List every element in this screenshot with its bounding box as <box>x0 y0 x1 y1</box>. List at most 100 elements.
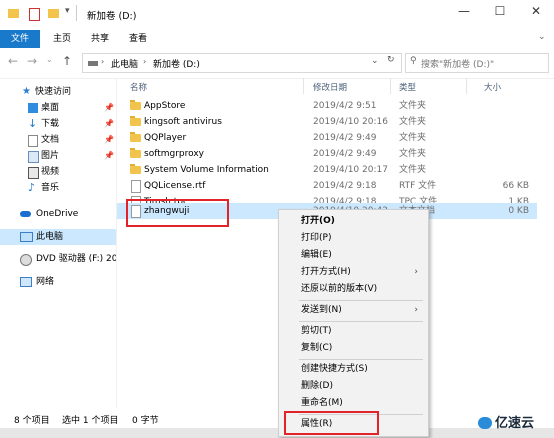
context-menu: 打开(O) 打印(P) 编辑(E) 打开方式(H) › 还原以前的版本(V) 发送… <box>278 209 429 437</box>
address-dropdown-icon[interactable]: ⌄ <box>371 56 379 66</box>
search-icon: ⚲ <box>410 56 417 66</box>
music-icon: ♪ <box>28 181 36 194</box>
folder-icon <box>130 100 141 110</box>
nav-dvd-drive[interactable]: DVD 驱动器 (F:) 201 <box>0 251 116 267</box>
nav-pictures[interactable]: 图片 📌 <box>0 148 116 164</box>
tab-file[interactable]: 文件 <box>0 30 40 48</box>
nav-videos[interactable]: 视频 <box>0 164 116 180</box>
nav-music[interactable]: ♪ 音乐 <box>0 180 116 196</box>
file-row[interactable]: kingsoft antivirus 2019/4/10 20:16 文件夹 <box>117 114 537 130</box>
maximize-button[interactable]: ☐ <box>482 0 518 24</box>
file-date: 2019/4/10 20:16 <box>313 117 388 127</box>
minimize-button[interactable]: — <box>446 0 482 24</box>
nav-documents[interactable]: 文档 📌 <box>0 132 116 148</box>
close-button[interactable]: ✕ <box>518 0 554 24</box>
menu-separator <box>299 359 423 360</box>
file-type: 文件夹 <box>399 165 427 175</box>
file-name: softmgrproxy <box>144 149 205 159</box>
menu-restore-previous[interactable]: 还原以前的版本(V) <box>279 281 428 297</box>
file-row[interactable]: System Volume Information 2019/4/10 20:1… <box>117 162 537 178</box>
menu-open-with[interactable]: 打开方式(H) › <box>279 264 428 280</box>
menu-rename[interactable]: 重命名(M) <box>279 395 428 411</box>
file-date: 2019/4/2 9:51 <box>313 101 377 111</box>
dvd-icon <box>20 254 32 266</box>
menu-separator <box>299 321 423 322</box>
file-type: RTF 文件 <box>399 181 437 191</box>
window-title: 新加卷 (D:) <box>87 11 137 22</box>
nav-this-pc[interactable]: 此电脑 <box>0 229 116 245</box>
tab-share[interactable]: 共享 <box>82 30 118 48</box>
menu-print[interactable]: 打印(P) <box>279 230 428 246</box>
folder-icon <box>130 132 141 142</box>
file-row[interactable]: AppStore 2019/4/2 9:51 文件夹 <box>117 98 537 114</box>
nav-desktop[interactable]: 桌面 📌 <box>0 100 116 116</box>
pin-icon[interactable]: 📌 <box>104 116 114 132</box>
drive-icon <box>88 61 98 66</box>
file-name: System Volume Information <box>144 165 269 175</box>
menu-copy[interactable]: 复制(C) <box>279 340 428 356</box>
recent-locations-icon[interactable]: ⌄ <box>46 55 53 64</box>
watermark: 亿速云 <box>478 412 534 431</box>
quick-access-properties-icon[interactable] <box>29 8 40 21</box>
nav-downloads[interactable]: ↓ 下载 📌 <box>0 116 116 132</box>
menu-open[interactable]: 打开(O) <box>279 213 428 229</box>
nav-network[interactable]: 网络 <box>0 274 116 290</box>
column-name[interactable]: 名称 <box>130 81 147 93</box>
file-type: 文件夹 <box>399 101 427 111</box>
up-arrow-icon[interactable]: ↑ <box>62 54 72 68</box>
expand-ribbon-icon[interactable]: ⌄ <box>538 32 546 42</box>
download-icon: ↓ <box>28 117 38 130</box>
breadcrumb-this-pc[interactable]: 此电脑 <box>111 57 138 70</box>
rtf-file-icon <box>131 180 141 193</box>
ribbon-tabs: 文件 主页 共享 查看 ⌄ <box>0 30 554 49</box>
folder-icon <box>130 116 141 126</box>
bottom-strip <box>0 428 554 438</box>
refresh-icon[interactable]: ↻ <box>387 55 395 65</box>
customize-toolbar-icon[interactable]: ▾ <box>65 6 70 16</box>
column-date[interactable]: 修改日期 <box>313 81 347 93</box>
app-icon <box>8 9 19 18</box>
pin-icon[interactable]: 📌 <box>104 132 114 148</box>
file-date: 2019/4/10 20:17 <box>313 165 388 175</box>
address-bar[interactable]: › 此电脑 › 新加卷 (D:) ⌄ ↻ <box>82 53 402 73</box>
column-type[interactable]: 类型 <box>399 81 416 93</box>
selected-count: 选中 1 个项目 <box>62 416 119 426</box>
menu-send-to[interactable]: 发送到(N) › <box>279 302 428 318</box>
file-name: kingsoft antivirus <box>144 117 222 127</box>
nav-quick-access[interactable]: ★ 快速访问 <box>0 84 116 100</box>
menu-edit[interactable]: 编辑(E) <box>279 247 428 263</box>
search-placeholder: 搜索"新加卷 (D:)" <box>421 60 495 70</box>
new-folder-icon[interactable] <box>48 9 59 18</box>
tab-home[interactable]: 主页 <box>44 30 80 48</box>
breadcrumb-drive-d[interactable]: 新加卷 (D:) <box>153 57 200 70</box>
folder-icon <box>130 148 141 158</box>
document-icon <box>28 135 38 147</box>
menu-separator <box>299 300 423 301</box>
column-size[interactable]: 大小 <box>484 81 501 93</box>
menu-create-shortcut[interactable]: 创建快捷方式(S) <box>279 361 428 377</box>
nav-onedrive[interactable]: OneDrive <box>0 206 116 222</box>
search-box[interactable]: ⚲ 搜索"新加卷 (D:)" <box>405 53 549 73</box>
file-row[interactable]: softmgrproxy 2019/4/2 9:49 文件夹 <box>117 146 537 162</box>
title-bar: ▾ 新加卷 (D:) — ☐ ✕ <box>0 0 554 30</box>
menu-delete[interactable]: 删除(D) <box>279 378 428 394</box>
file-date: 2019/4/2 9:49 <box>313 133 377 143</box>
file-row[interactable]: QQPlayer 2019/4/2 9:49 文件夹 <box>117 130 537 146</box>
file-type: 文件夹 <box>399 133 427 143</box>
pin-icon[interactable]: 📌 <box>104 100 114 116</box>
file-size: 0 KB <box>508 206 529 216</box>
navigation-pane: ★ 快速访问 桌面 📌 ↓ 下载 📌 文档 📌 图片 📌 视频 ♪ 音乐 One… <box>0 78 117 408</box>
tab-view[interactable]: 查看 <box>120 30 156 48</box>
highlight-box-properties <box>284 411 379 435</box>
menu-cut[interactable]: 剪切(T) <box>279 323 428 339</box>
forward-arrow-icon[interactable]: → <box>27 54 37 68</box>
column-header: 名称 修改日期 类型 大小 <box>117 78 537 94</box>
file-type: 文件夹 <box>399 149 427 159</box>
file-name: QQPlayer <box>144 133 187 143</box>
item-count: 8 个项目 <box>14 416 50 426</box>
back-arrow-icon[interactable]: ← <box>8 54 18 68</box>
file-row[interactable]: QQLicense.rtf 2019/4/2 9:18 RTF 文件 66 KB <box>117 178 537 194</box>
pin-icon[interactable]: 📌 <box>104 148 114 164</box>
file-date: 2019/4/2 9:49 <box>313 149 377 159</box>
submenu-arrow-icon: › <box>414 267 418 277</box>
